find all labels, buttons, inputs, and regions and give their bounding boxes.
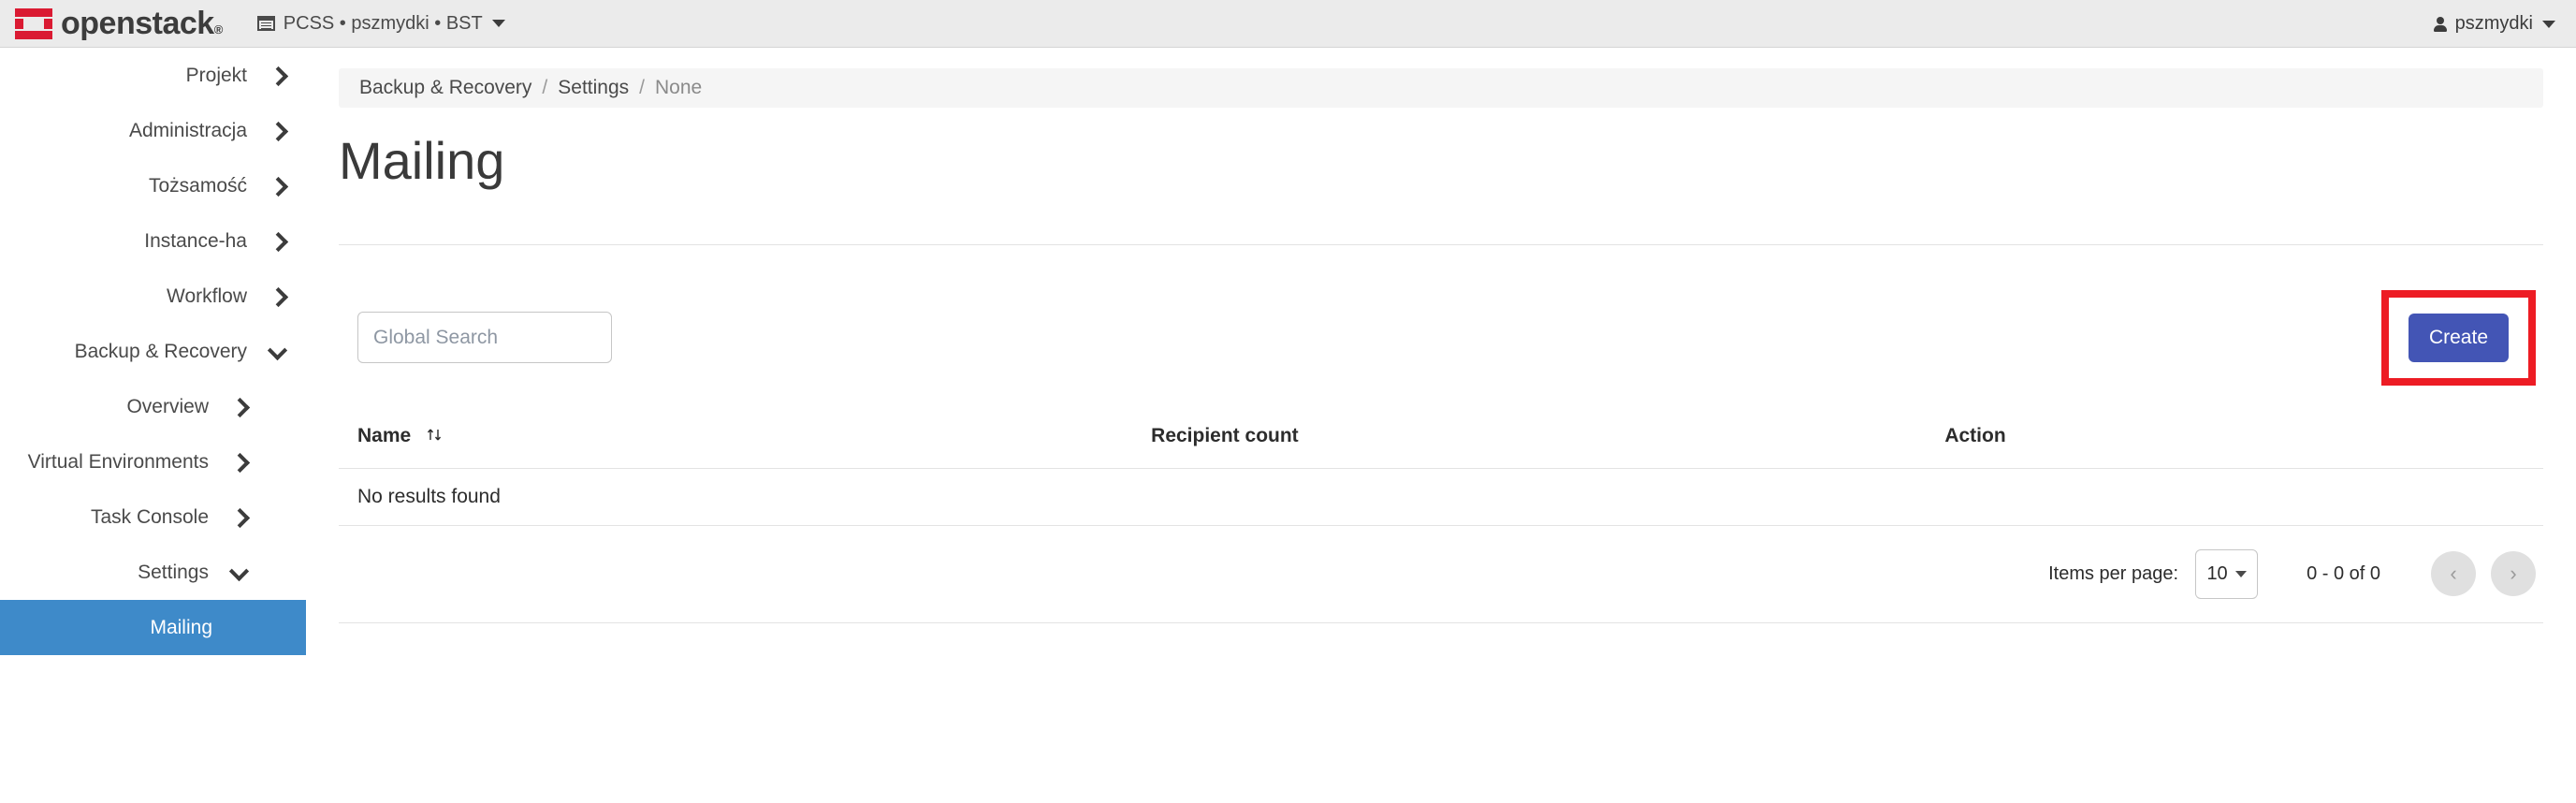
pagination-range-label: 0 - 0 of 0 <box>2307 562 2380 584</box>
sort-icon[interactable] <box>426 427 444 445</box>
chevron-right-icon <box>229 452 250 473</box>
column-header-action: Action <box>1926 420 2543 469</box>
sidebar-item-label: Backup & Recovery <box>74 340 247 362</box>
sidebar-item-mailing[interactable]: Mailing <box>0 600 306 655</box>
sidebar-item-settings[interactable]: Settings <box>0 545 306 600</box>
chevron-right-icon <box>229 397 250 417</box>
sidebar-item-task-console[interactable]: Task Console <box>0 489 306 545</box>
sidebar-item-instance-ha[interactable]: Instance-ha <box>0 213 306 269</box>
breadcrumb-item-1[interactable]: Settings <box>558 77 629 99</box>
chevron-down-icon <box>2542 20 2555 28</box>
table-empty-row: No results found <box>339 468 2543 526</box>
empty-message: No results found <box>339 468 2543 526</box>
main-content: Backup & Recovery / Settings / None Mailing … <box>306 48 2576 803</box>
breadcrumb-separator: / <box>542 77 548 98</box>
openstack-brand: openstack® <box>15 0 223 48</box>
table-header-row: Name Recipient count Action <box>339 420 2543 469</box>
column-header-name[interactable]: Name <box>339 420 1133 469</box>
breadcrumb-item-0[interactable]: Backup & Recovery <box>359 77 531 99</box>
column-header-name-label: Name <box>357 424 412 446</box>
sidebar-item-label: Mailing <box>150 616 212 638</box>
user-menu-label: pszmydki <box>2454 13 2533 34</box>
chevron-down-icon <box>268 342 288 362</box>
sidebar-item-workflow[interactable]: Workflow <box>0 269 306 324</box>
sidebar-navigation: Projekt Administracja Tożsamość Instance-ha… <box>0 48 306 803</box>
chevron-right-icon <box>268 121 288 141</box>
page-title: Mailing <box>339 131 505 190</box>
sidebar-item-label: Settings <box>138 561 209 583</box>
user-avatar-icon <box>2433 16 2447 32</box>
items-per-page-value: 10 <box>2206 562 2228 584</box>
card-toolbar: Create <box>339 245 2543 421</box>
chevron-down-icon <box>491 20 505 27</box>
mailing-card: Create Name <box>339 243 2543 623</box>
breadcrumb-item-2: None <box>655 77 703 98</box>
create-button-annotation-box: Create <box>2380 289 2536 386</box>
breadcrumb-separator: / <box>639 77 645 98</box>
column-header-recipient-count: Recipient count <box>1132 420 1927 469</box>
sidebar-item-label: Instance-ha <box>144 229 247 252</box>
sidebar-item-label: Projekt <box>185 64 247 86</box>
context-switcher[interactable]: PCSS • pszmydki • BST <box>256 12 505 35</box>
chevron-down-icon <box>229 562 250 583</box>
brand-registered-mark: ® <box>213 22 224 36</box>
sidebar-item-backup-recovery[interactable]: Backup & Recovery <box>0 324 306 379</box>
sidebar-item-to-samo[interactable]: Tożsamość <box>0 158 306 213</box>
chevron-right-icon <box>268 231 288 252</box>
brand-name-text: openstack <box>61 6 214 41</box>
sidebar-item-label: Task Console <box>90 505 209 528</box>
sidebar-item-projekt[interactable]: Projekt <box>0 48 306 103</box>
context-switcher-label: PCSS • pszmydki • BST <box>283 12 483 34</box>
breadcrumb: Backup & Recovery / Settings / None <box>339 68 2543 108</box>
user-menu[interactable]: pszmydki <box>2433 0 2555 48</box>
sidebar-item-administracja[interactable]: Administracja <box>0 103 306 158</box>
chevron-right-icon <box>229 507 250 528</box>
chevron-down-icon <box>2234 570 2247 577</box>
top-bar: openstack® PCSS • pszmydki • BST pszmydk… <box>0 0 2576 48</box>
sidebar-item-virtual-environments[interactable]: Virtual Environments <box>0 434 306 489</box>
sidebar-item-label: Workflow <box>167 285 247 307</box>
chevron-right-icon <box>268 176 288 197</box>
brand-wordmark: openstack® <box>61 7 223 39</box>
sidebar-item-label: Overview <box>126 395 209 417</box>
chevron-right-icon <box>268 66 288 86</box>
previous-page-button[interactable]: ‹ <box>2431 551 2476 597</box>
sidebar-item-label: Virtual Environments <box>27 450 209 473</box>
paginator: Items per page: 10 0 - 0 of 0 ‹ › <box>339 526 2543 622</box>
openstack-logo-icon <box>15 7 52 39</box>
create-button[interactable]: Create <box>2408 313 2509 362</box>
sidebar-item-overview[interactable]: Overview <box>0 379 306 434</box>
chevron-right-icon <box>268 286 288 307</box>
table-header: Name Recipient count Action <box>339 420 2543 469</box>
mailing-table: Name Recipient count Action No results f… <box>339 420 2543 526</box>
sidebar-item-label: Tożsamość <box>148 174 247 197</box>
search-input[interactable] <box>357 312 612 364</box>
next-page-button[interactable]: › <box>2491 551 2536 597</box>
items-per-page-label: Items per page: <box>2048 562 2179 584</box>
items-per-page-select[interactable]: 10 <box>2195 548 2259 599</box>
sidebar-item-label: Administracja <box>128 119 247 141</box>
project-list-icon <box>256 16 275 31</box>
table-body: No results found <box>339 468 2543 526</box>
